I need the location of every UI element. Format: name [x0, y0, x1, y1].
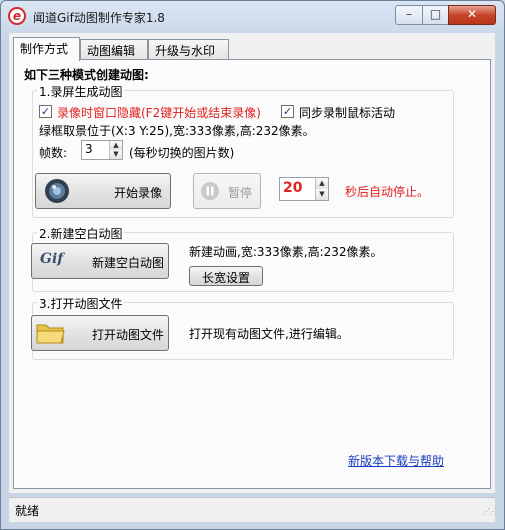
sync-mouse-label: 同步录制鼠标活动 [299, 106, 396, 120]
status-text: 就绪 [15, 504, 40, 518]
new-blank-group-label: 2.新建空白动图 [37, 225, 125, 242]
gif-logo-icon: Gif [40, 251, 64, 267]
auto-stop-label: 秒后自动停止。 [345, 185, 430, 199]
fps-up-arrow-icon[interactable]: ▲ [109, 141, 122, 150]
new-blank-label: 新建空白动图 [92, 256, 165, 270]
fps-stepper[interactable]: 3 ▲ ▼ [81, 140, 123, 160]
start-record-label: 开始录像 [114, 186, 163, 200]
frame-info-text: 绿框取景位于(X:3 Y:25),宽:333像素,高:232像素。 [39, 124, 315, 138]
hide-window-label: 录像时窗口隐藏(F2键开始或结束录像) [57, 106, 261, 120]
fps-down-arrow-icon[interactable]: ▼ [109, 150, 122, 159]
tab-edit[interactable]: 动图编辑 [80, 39, 148, 59]
download-help-link[interactable]: 新版本下载与帮助 [348, 452, 444, 469]
status-bar: 就绪 ⋰⋰ [9, 497, 497, 522]
close-button[interactable]: ✕ [448, 5, 496, 25]
maximize-icon: □ [429, 7, 442, 21]
maximize-button[interactable]: □ [422, 5, 449, 25]
record-group-label: 1.录屏生成动图 [37, 83, 125, 100]
app-logo-icon: e [8, 7, 26, 25]
window-title: 闻道Gif动图制作专家1.8 [33, 11, 165, 25]
title-bar[interactable]: e 闻道Gif动图制作专家1.8 – □ ✕ [1, 1, 504, 31]
tab-label: 制作方式 [20, 42, 69, 56]
auto-stop-stepper[interactable]: 20 ▲ ▼ [279, 177, 329, 201]
resize-grip-icon[interactable]: ⋰⋰ [482, 508, 497, 519]
fps-label: 帧数: [39, 146, 68, 160]
auto-stop-value: 20 [283, 180, 303, 196]
tab-label: 升级与水印 [155, 44, 216, 58]
camera-lens-icon [45, 179, 69, 203]
pause-button[interactable]: 暂停 [193, 173, 261, 209]
open-file-button[interactable]: 打开动图文件 [31, 315, 169, 351]
new-blank-info: 新建动画,宽:333像素,高:232像素。 [189, 245, 383, 259]
size-settings-label: 长宽设置 [202, 271, 251, 285]
client-area: 制作方式 动图编辑 升级与水印 如下三种模式创建动图: 1.录屏生成动图 ✓ 录… [9, 33, 495, 493]
open-file-label: 打开动图文件 [92, 328, 165, 342]
sync-mouse-checkbox[interactable]: ✓ [281, 105, 294, 118]
open-file-group: 3.打开动图文件 打开动图文件 打开现有动图文件,进行编辑。 [31, 295, 454, 360]
checkmark-icon: ✓ [282, 105, 293, 118]
open-file-info: 打开现有动图文件,进行编辑。 [189, 327, 349, 341]
tab-upgrade-watermark[interactable]: 升级与水印 [148, 39, 229, 59]
size-settings-button[interactable]: 长宽设置 [189, 266, 263, 286]
auto-stop-up-arrow-icon[interactable]: ▲ [315, 178, 328, 189]
hide-window-checkbox[interactable]: ✓ [39, 105, 52, 118]
minimize-button[interactable]: – [395, 5, 423, 25]
main-window: e 闻道Gif动图制作专家1.8 – □ ✕ 制作方式 动图编辑 升级与水印 如… [0, 0, 505, 530]
tab-label: 动图编辑 [87, 44, 136, 58]
pause-label: 暂停 [228, 186, 253, 200]
fps-hint: (每秒切换的图片数) [129, 146, 235, 160]
auto-stop-down-arrow-icon[interactable]: ▼ [315, 189, 328, 200]
open-file-group-label: 3.打开动图文件 [37, 295, 125, 312]
panel-heading: 如下三种模式创建动图: [24, 68, 149, 82]
close-icon: ✕ [466, 7, 478, 21]
fps-value: 3 [85, 142, 93, 156]
tab-make-mode[interactable]: 制作方式 [13, 37, 80, 61]
new-blank-group: 2.新建空白动图 Gif 新建空白动图 新建动画,宽:333像素,高:232像素… [31, 225, 454, 292]
minimize-icon: – [406, 7, 412, 21]
checkmark-icon: ✓ [40, 105, 51, 118]
folder-icon [36, 324, 65, 344]
start-record-button[interactable]: 开始录像 [35, 173, 171, 209]
pause-icon [201, 182, 219, 200]
tab-panel: 如下三种模式创建动图: 1.录屏生成动图 ✓ 录像时窗口隐藏(F2键开始或结束录… [13, 59, 491, 489]
record-group: 1.录屏生成动图 ✓ 录像时窗口隐藏(F2键开始或结束录像) ✓ 同步录制鼠标活… [32, 83, 454, 218]
new-blank-button[interactable]: Gif 新建空白动图 [31, 243, 169, 279]
